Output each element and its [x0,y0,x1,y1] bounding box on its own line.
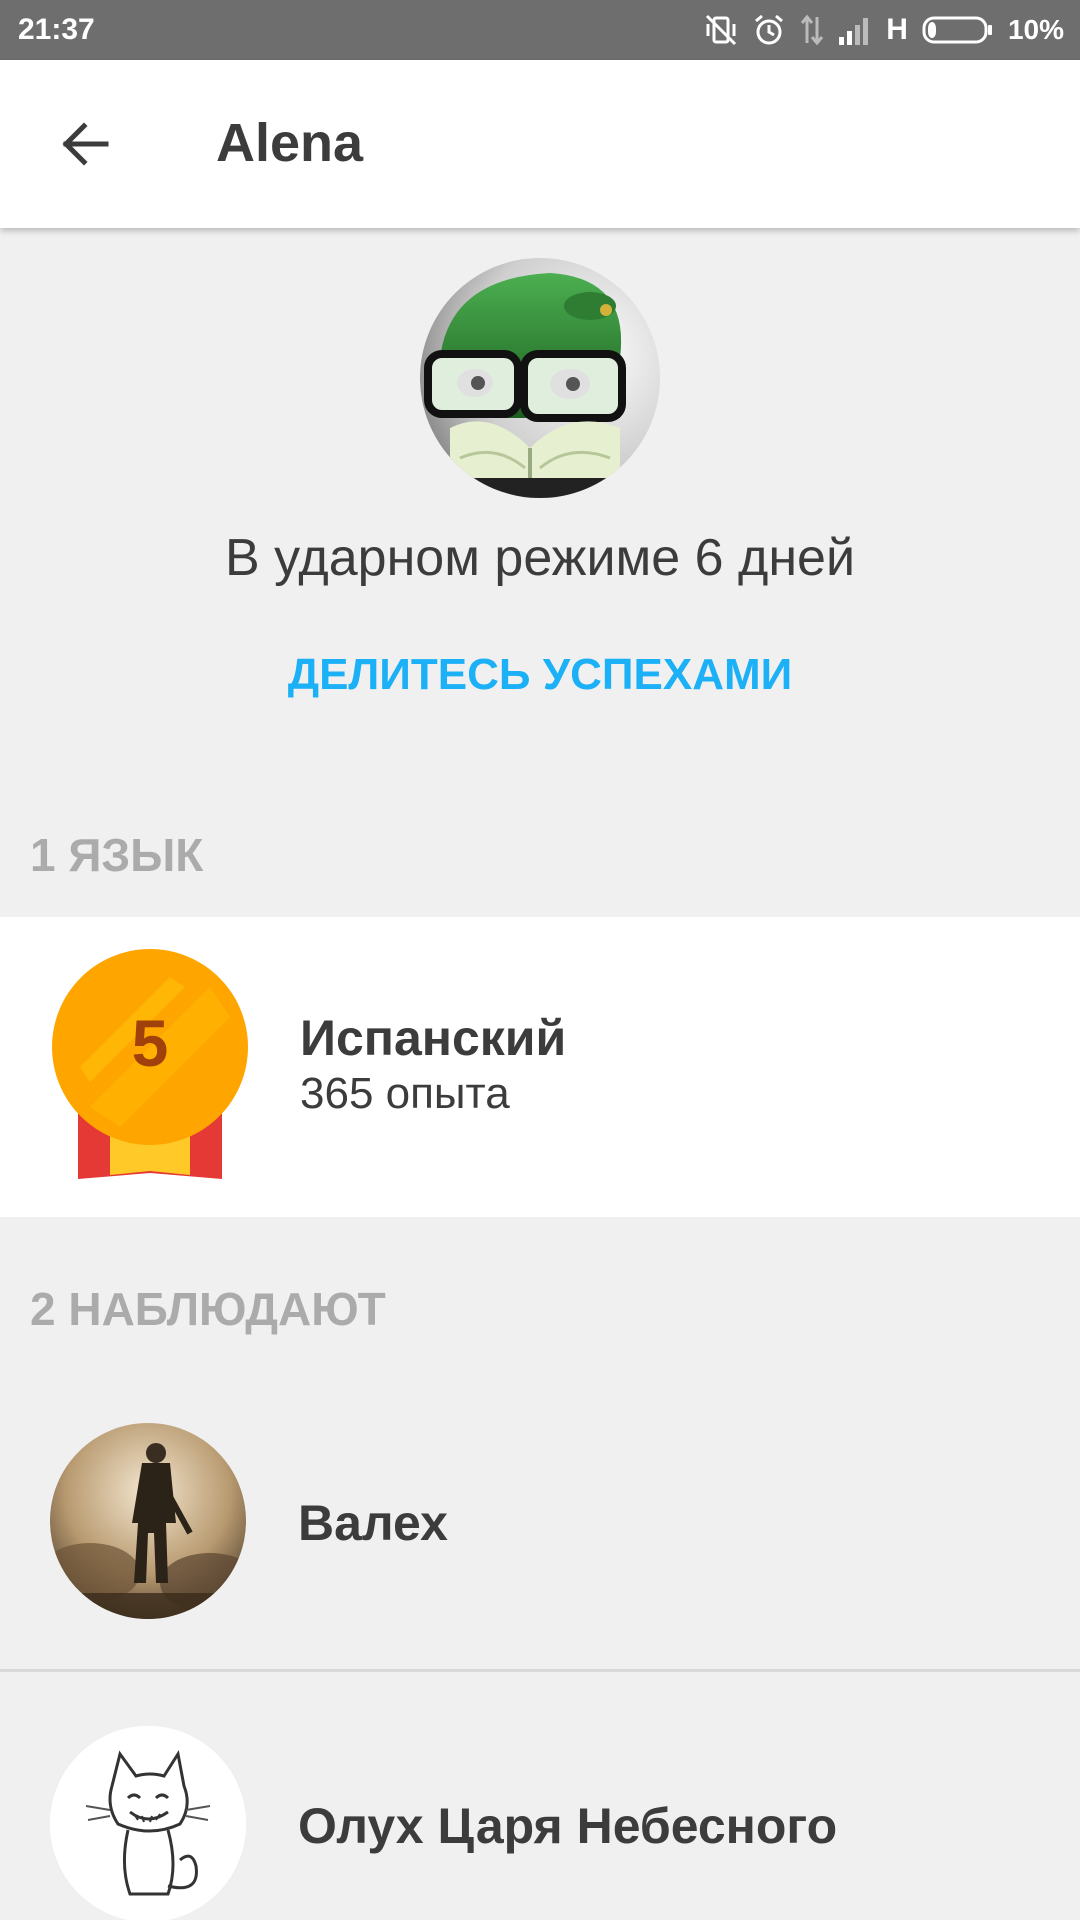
network-type: H [886,13,908,46]
followers-section-header: 2 НАБЛЮДАЮТ [30,1283,386,1335]
battery-icon [922,15,994,45]
follower-item[interactable]: Олух Царя Небесного [0,1673,1080,1920]
status-time: 21:37 [18,13,95,46]
soldier-avatar [50,1423,246,1619]
alarm-icon [752,13,786,47]
follower-name: Олух Царя Небесного [298,1798,838,1854]
follower-name: Валех [298,1495,448,1551]
streak-text: В ударном режиме 6 дней [224,529,856,587]
data-arrows-icon [800,13,824,47]
follower-item[interactable]: Валех [0,1370,1080,1672]
language-item[interactable]: 5 Испанский 365 опыта [0,917,1080,1217]
back-button[interactable] [48,110,120,182]
languages-section-header: 1 ЯЗЫК [30,829,204,881]
status-icons: H 10% [704,10,1064,50]
status-bar: 21:37 H 10% [0,0,1080,60]
app-bar: Alena [0,60,1080,228]
page-title: Alena [216,113,364,173]
share-progress-button[interactable]: ДЕЛИТЕСЬ УСПЕХАМИ [0,650,1080,700]
medal-level: 5 [131,1006,169,1080]
arrow-back-icon [58,118,110,175]
signal-icon [838,15,872,45]
vibrate-off-icon [704,13,738,47]
profile-avatar [420,258,660,498]
language-xp: 365 опыта [300,1069,510,1118]
cat-sketch-avatar [50,1726,246,1920]
language-name: Испанский [300,1010,567,1066]
battery-percent: 10% [1007,14,1064,45]
level-medal-icon: 5 [50,947,250,1187]
